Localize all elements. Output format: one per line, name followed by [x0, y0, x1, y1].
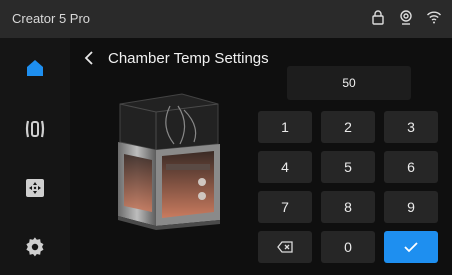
wifi-icon[interactable]	[426, 9, 442, 25]
checkmark-icon	[404, 242, 418, 253]
top-bar: Creator 5 Pro	[0, 0, 452, 38]
sidebar-item-extruder[interactable]	[18, 112, 52, 146]
key-3[interactable]: 3	[384, 111, 438, 143]
back-chevron-icon[interactable]	[82, 50, 96, 66]
key-1[interactable]: 1	[258, 111, 312, 143]
status-icons	[370, 9, 442, 25]
sidebar-item-home[interactable]	[18, 51, 52, 85]
key-5[interactable]: 5	[321, 151, 375, 183]
key-6[interactable]: 6	[384, 151, 438, 183]
confirm-button[interactable]	[384, 231, 438, 263]
camera-icon[interactable]	[398, 9, 414, 25]
key-7[interactable]: 7	[258, 191, 312, 223]
printer-illustration	[110, 86, 228, 234]
extruder-icon	[25, 120, 45, 138]
home-icon	[27, 60, 43, 76]
move-icon	[26, 179, 44, 197]
app-title: Creator 5 Pro	[12, 11, 91, 26]
sidebar-item-settings[interactable]	[18, 230, 52, 264]
key-2[interactable]: 2	[321, 111, 375, 143]
key-0[interactable]: 0	[321, 231, 375, 263]
lock-icon[interactable]	[370, 9, 386, 25]
temperature-value-display[interactable]: 50	[287, 66, 411, 100]
key-9[interactable]: 9	[384, 191, 438, 223]
backspace-icon	[277, 241, 293, 253]
page-title: Chamber Temp Settings	[108, 50, 269, 67]
key-4[interactable]: 4	[258, 151, 312, 183]
numeric-keypad: 1 2 3 4 5 6 7 8 9 0	[258, 111, 438, 263]
main-panel: Chamber Temp Settings 50 1 2 3 4 5 6 7 8…	[70, 38, 452, 275]
temperature-value: 50	[342, 76, 356, 90]
backspace-button[interactable]	[258, 231, 312, 263]
key-8[interactable]: 8	[321, 191, 375, 223]
sidebar	[0, 38, 70, 275]
sidebar-item-move[interactable]	[18, 171, 52, 205]
settings-gear-icon	[26, 237, 44, 257]
